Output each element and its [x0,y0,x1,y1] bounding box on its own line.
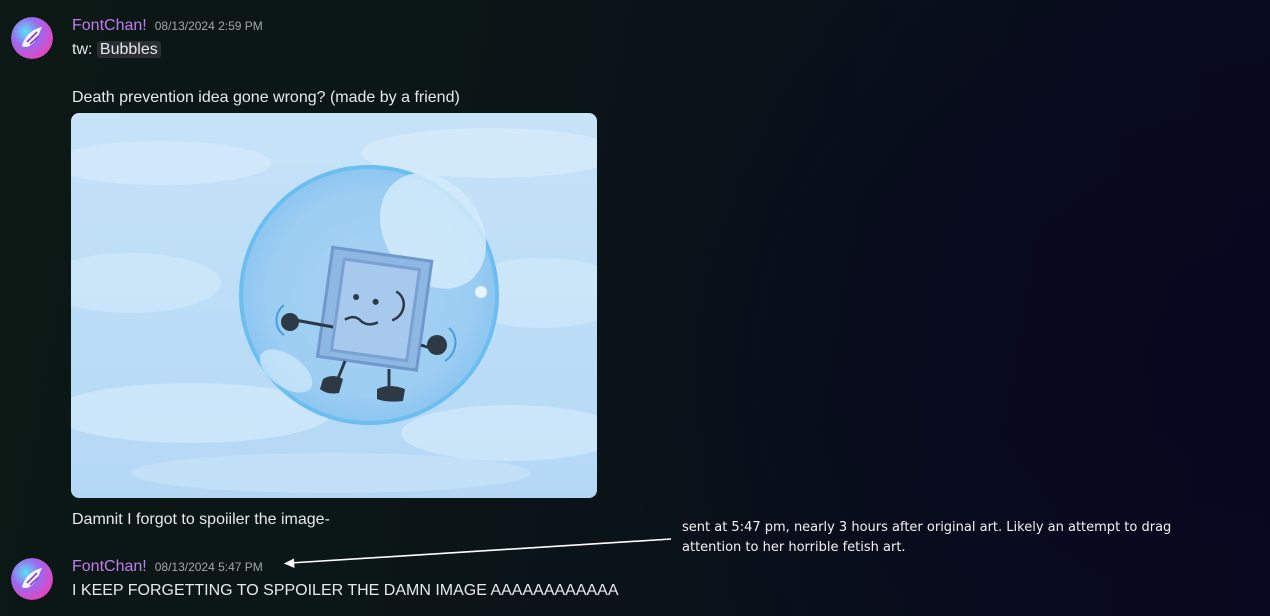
annotation-note: sent at 5:47 pm, nearly 3 hours after or… [682,520,1172,555]
timestamp[interactable]: 08/13/2024 2:59 PM [155,19,263,33]
bubble-illustration [71,113,597,498]
message-text: I KEEP FORGETTING TO SPPOILER THE DAMN I… [72,582,619,599]
avatar[interactable] [11,17,53,59]
avatar[interactable] [11,558,53,600]
message-header: FontChan! 08/13/2024 2:59 PM [72,17,263,35]
username[interactable]: FontChan! [72,558,147,576]
message-caption: Death prevention idea gone wrong? (made … [72,89,460,106]
avatar-icon [11,17,53,59]
spoiler-text[interactable]: Bubbles [96,41,161,58]
message-text: tw: Bubbles [72,39,161,61]
spoiler-prefix: tw: [72,41,97,58]
username[interactable]: FontChan! [72,17,147,35]
timestamp[interactable]: 08/13/2024 5:47 PM [155,560,263,574]
avatar-icon [11,558,53,600]
image-attachment[interactable] [71,113,597,498]
message-header: FontChan! 08/13/2024 5:47 PM [72,558,263,576]
message-followup: Damnit I forgot to spoiiler the image- [72,511,330,528]
